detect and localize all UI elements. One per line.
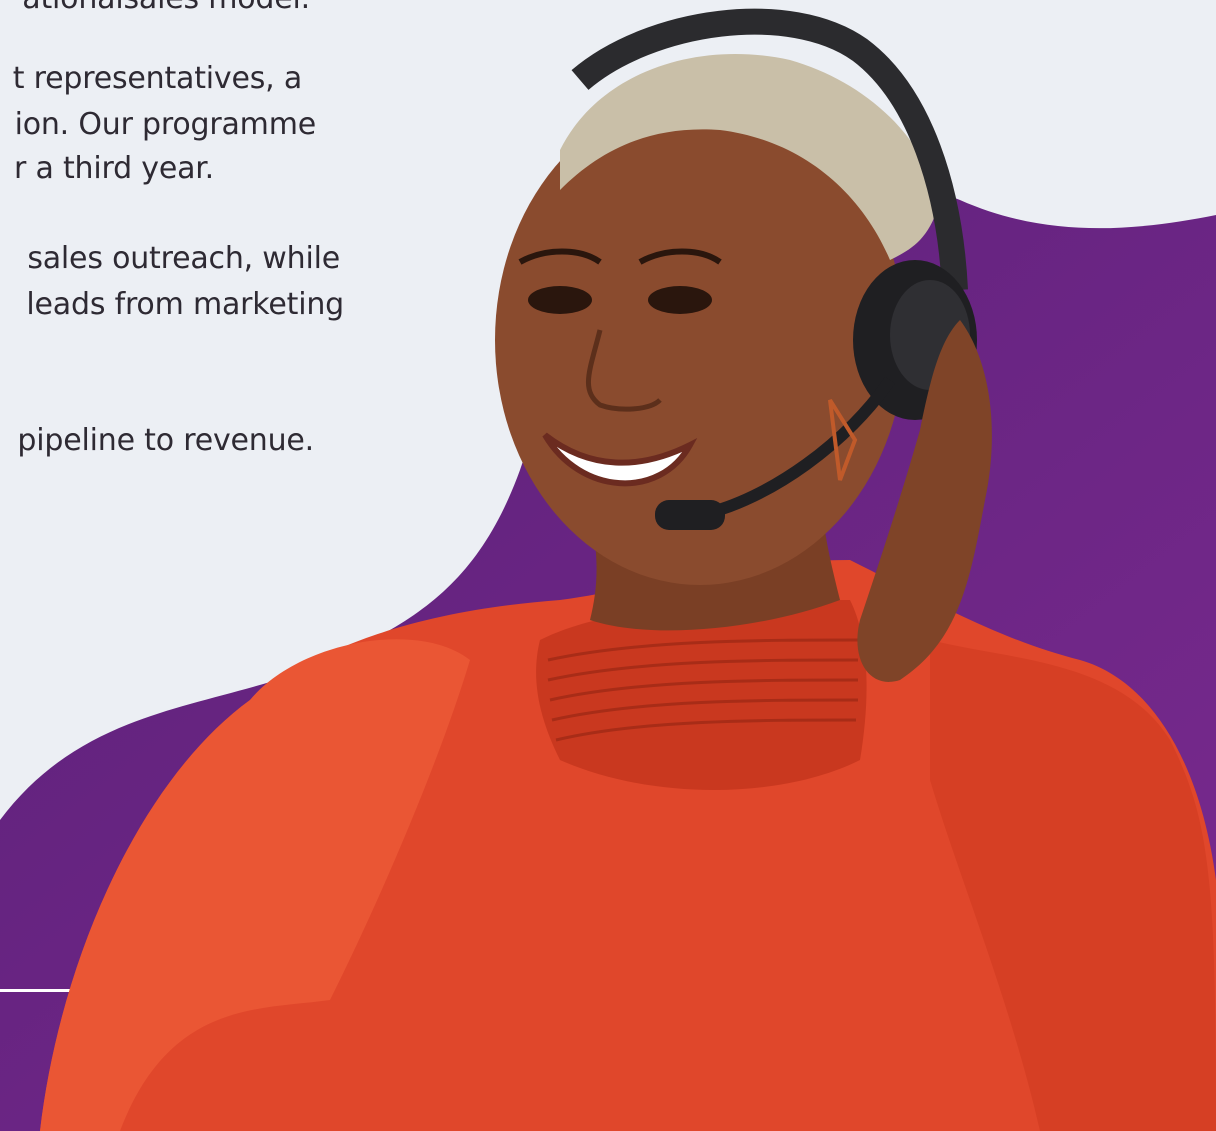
woman-with-headset-photo bbox=[40, 8, 1216, 1131]
scene: ationalsales model. t representatives, a… bbox=[0, 0, 1216, 1131]
